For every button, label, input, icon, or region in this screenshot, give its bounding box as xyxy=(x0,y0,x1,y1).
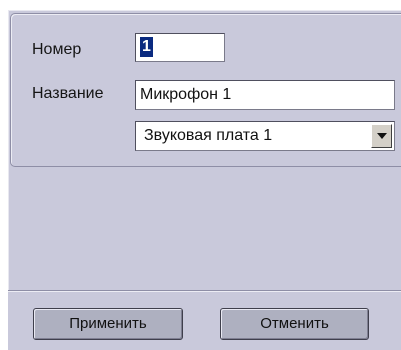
cancel-button[interactable]: Отменить xyxy=(220,308,369,340)
name-field[interactable] xyxy=(135,80,395,110)
name-label: Название xyxy=(32,85,104,102)
number-field[interactable]: 1 xyxy=(135,33,225,62)
number-value: 1 xyxy=(140,37,153,57)
chevron-down-icon xyxy=(377,133,387,139)
device-select[interactable]: Звуковая плата 1 xyxy=(135,121,395,151)
number-label: Номер xyxy=(32,41,82,58)
device-select-value: Звуковая плата 1 xyxy=(144,127,273,144)
device-select-button[interactable] xyxy=(371,124,392,148)
apply-button[interactable]: Применить xyxy=(33,308,183,340)
